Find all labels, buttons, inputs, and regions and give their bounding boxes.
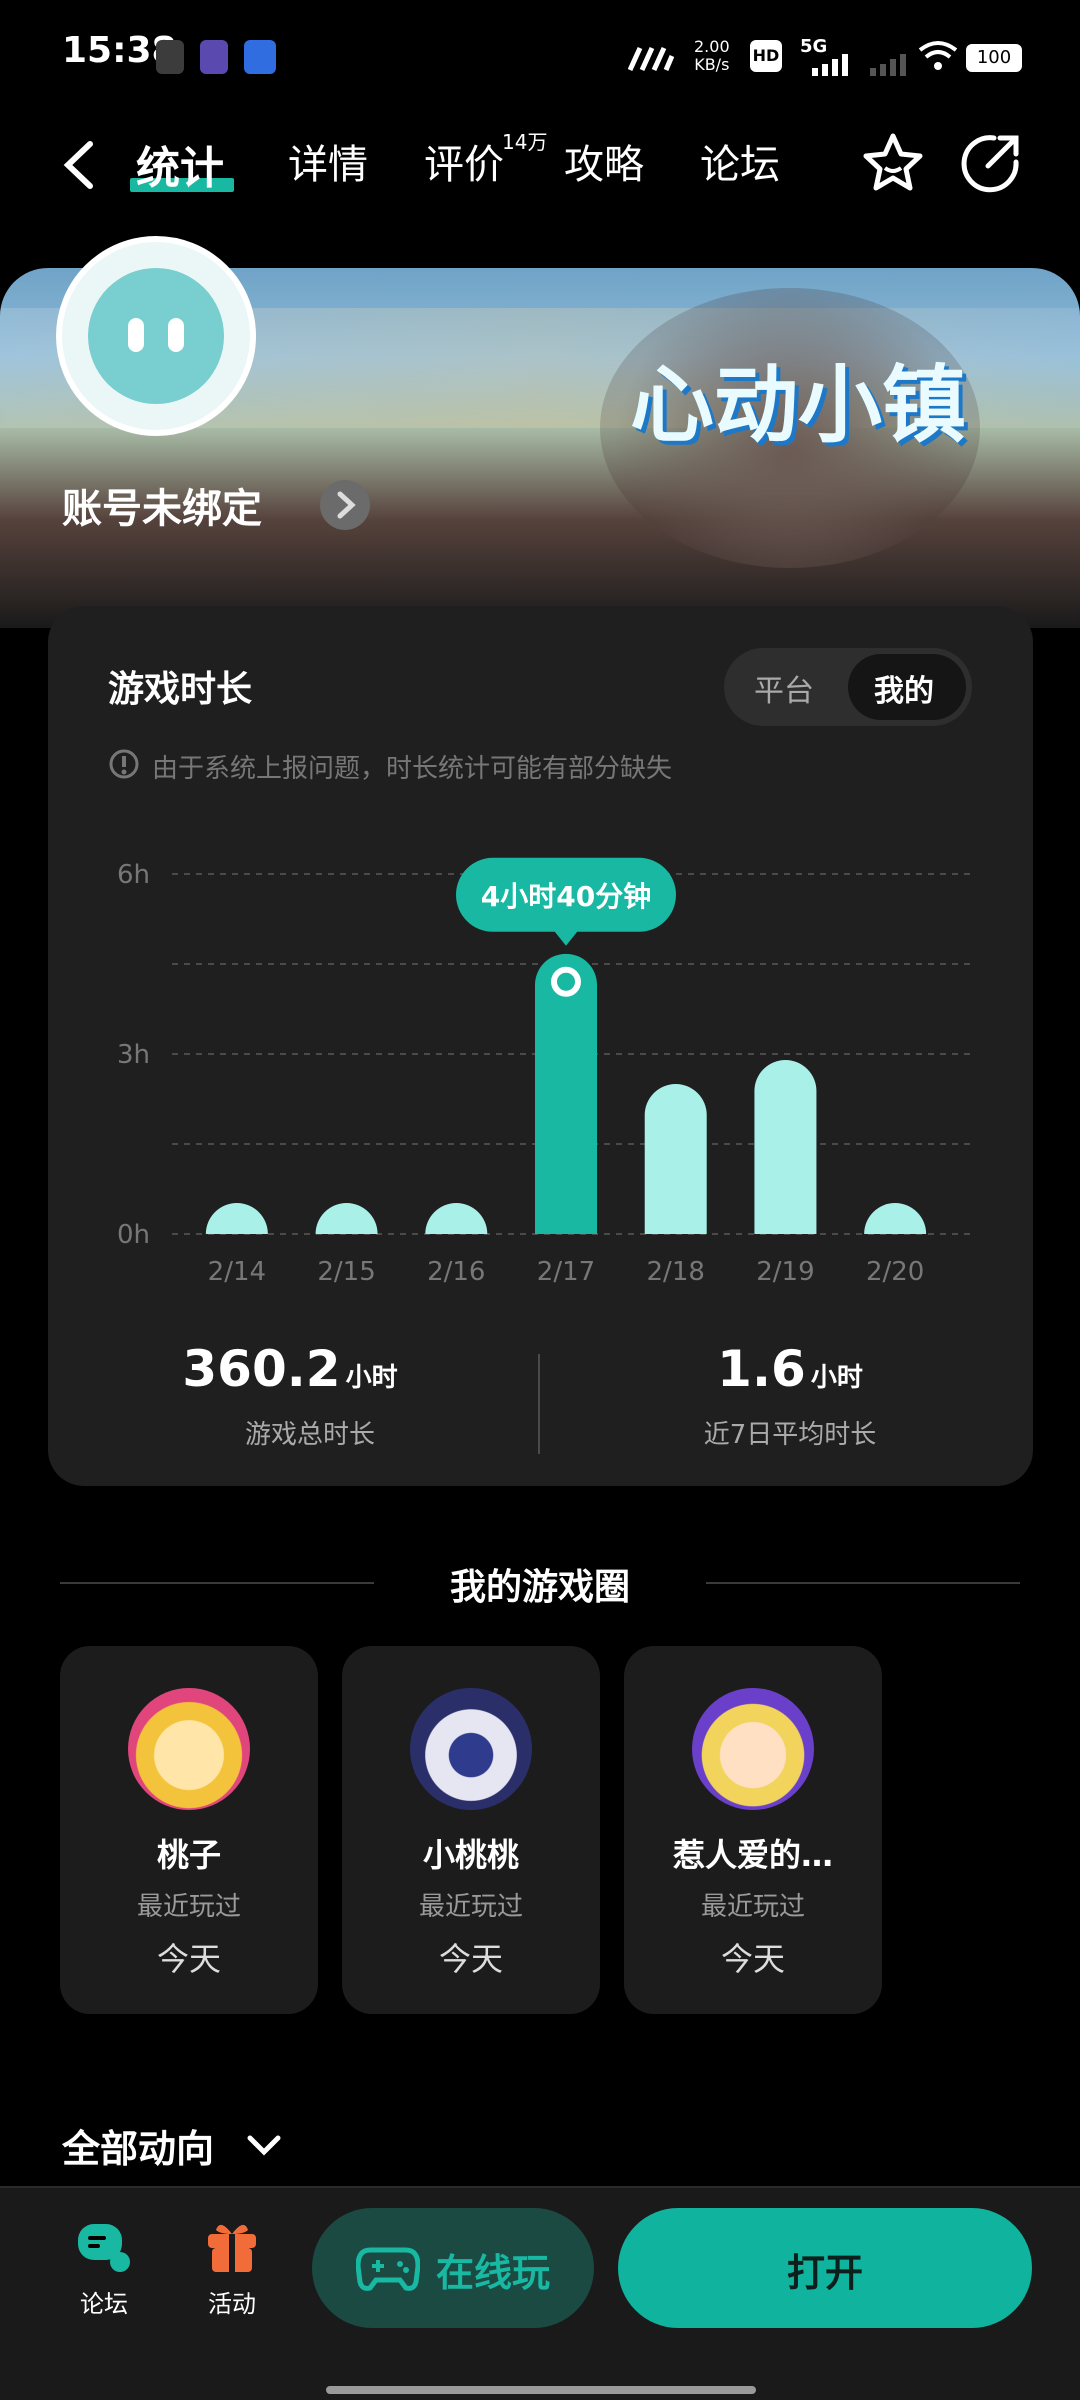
y-tick-label: 6h: [117, 860, 150, 890]
circle-card[interactable]: 惹人爱的… 最近玩过 今天: [624, 1646, 882, 2014]
x-tick-label: 2/20: [866, 1257, 924, 1287]
circle-name: 桃子: [156, 1836, 221, 1874]
x-tick-label: 2/16: [427, 1257, 485, 1287]
tooltip-label: 4小时40分钟: [481, 880, 651, 913]
battery-icon: 100: [966, 44, 1022, 72]
circle-card[interactable]: 小桃桃 最近玩过 今天: [342, 1646, 600, 2014]
circle-name: 小桃桃: [422, 1836, 519, 1874]
review-count-badge: 14万: [502, 130, 548, 154]
activity-title[interactable]: 全部动向: [62, 2118, 214, 2173]
baidu-icon: [244, 40, 276, 74]
avg-value: 1.6: [717, 1340, 806, 1398]
open-label: 打开: [786, 2251, 863, 2295]
y-tick-label: 3h: [117, 1040, 150, 1070]
events-label[interactable]: 活动: [202, 2284, 262, 2319]
gamepad-icon: [355, 2244, 421, 2292]
k-app-icon: [200, 40, 228, 74]
circle-status: 最近玩过: [418, 1892, 523, 1922]
circle-status: 最近玩过: [700, 1892, 805, 1922]
avatar: [410, 1688, 532, 1810]
net-speed: 2.00 KB/s: [694, 37, 730, 74]
toggle-platform[interactable]: 平台: [754, 666, 814, 710]
forum-label[interactable]: 论坛: [74, 2284, 134, 2319]
tab-reviews[interactable]: 评价: [424, 132, 504, 190]
gift-icon[interactable]: [202, 2216, 262, 2276]
bar: [754, 1060, 817, 1234]
avg-playtime: 1.6 小时: [540, 1340, 1040, 1398]
avatar[interactable]: [56, 236, 256, 436]
chevron-right-icon[interactable]: [320, 480, 370, 530]
wifi-icon: [918, 40, 958, 72]
divider-right: [706, 1582, 1020, 1584]
circle-card[interactable]: 桃子 最近玩过 今天: [60, 1646, 318, 2014]
divider-left: [60, 1582, 374, 1584]
toggle-mine[interactable]: 我的: [874, 666, 934, 710]
playtime-bar-chart: 0h 3h 6h 2/14 2/15 2/16 2/17 4小时40分钟 2/18 2/19 2/2…: [117, 857, 970, 1287]
status-bar: 15:38 2.00 KB/s HD 5G 100: [0, 0, 1080, 110]
source-toggle[interactable]: 平台 我的: [724, 648, 972, 726]
app-notification-icon: [156, 40, 184, 74]
nfc-icon: [627, 46, 675, 72]
x-tick-label: 2/14: [208, 1257, 266, 1287]
total-unit: 小时: [345, 1363, 398, 1393]
circle-when: 今天: [720, 1940, 785, 1978]
game-logo: 心动小镇: [630, 356, 967, 454]
home-indicator[interactable]: [326, 2386, 756, 2394]
tab-stats[interactable]: 统计: [136, 132, 224, 196]
total-label: 游戏总时长: [244, 1420, 375, 1450]
y-tick-label: 0h: [117, 1220, 150, 1250]
bar: [864, 1203, 927, 1234]
signal-weak-icon: [870, 54, 910, 76]
share-icon[interactable]: [958, 130, 1024, 196]
x-tick-label: 2/17: [537, 1257, 595, 1287]
online-play-label: 在线玩: [436, 2251, 551, 2295]
avatar: [692, 1688, 814, 1810]
circle-name: 惹人爱的…: [672, 1836, 833, 1874]
chevron-down-icon[interactable]: [244, 2126, 284, 2166]
circle-status: 最近玩过: [136, 1892, 241, 1922]
hd-icon: HD: [750, 40, 782, 72]
avatar: [128, 1688, 250, 1810]
data-notice: 由于系统上报问题，时长统计可能有部分缺失: [152, 754, 673, 784]
circle-title: 我的游戏圈: [449, 1567, 630, 1608]
x-tick-label: 2/19: [756, 1257, 814, 1287]
forum-icon[interactable]: [74, 2218, 134, 2278]
signal-strength-icon: [812, 54, 852, 76]
circle-when: 今天: [156, 1940, 221, 1978]
bar: [205, 1203, 268, 1234]
back-icon[interactable]: [60, 140, 100, 190]
total-value: 360.2: [182, 1340, 341, 1398]
info-icon: [108, 748, 140, 780]
avg-label: 近7日平均时长: [703, 1420, 877, 1450]
tab-forum[interactable]: 论坛: [700, 132, 780, 190]
tab-details[interactable]: 详情: [288, 132, 368, 190]
account-status[interactable]: 账号未绑定: [62, 476, 262, 534]
bar: [315, 1203, 378, 1234]
avg-unit: 小时: [810, 1363, 863, 1393]
bar: [644, 1084, 707, 1234]
playtime-title: 游戏时长: [108, 669, 253, 710]
bar: [425, 1203, 488, 1234]
open-game-button[interactable]: 打开: [618, 2208, 1032, 2328]
circle-when: 今天: [438, 1940, 503, 1978]
total-playtime: 360.2 小时: [0, 1340, 540, 1398]
x-tick-label: 2/15: [317, 1257, 375, 1287]
tooltip-pointer: [554, 930, 578, 946]
favorite-star-icon[interactable]: [860, 130, 926, 196]
x-tick-label: 2/18: [647, 1257, 705, 1287]
online-play-button[interactable]: 在线玩: [312, 2208, 594, 2328]
tab-guides[interactable]: 攻略: [564, 132, 644, 190]
